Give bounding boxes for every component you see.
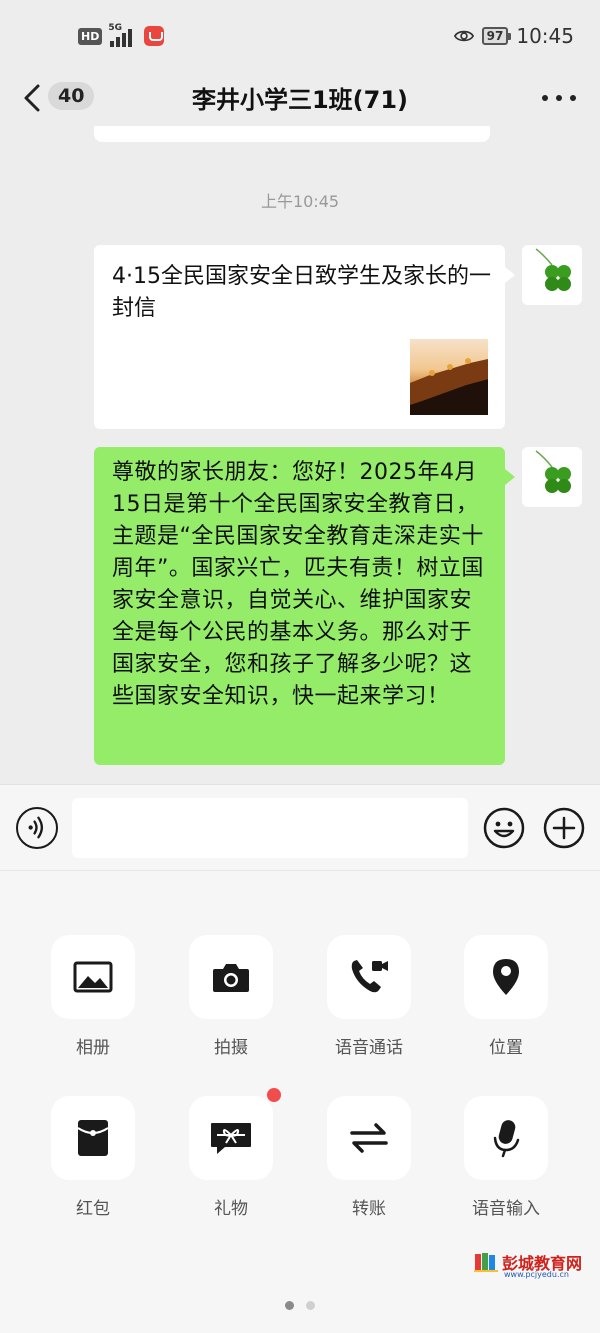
more-dot-icon xyxy=(542,95,548,101)
album-action[interactable]: 相册 xyxy=(51,935,135,1058)
image-icon xyxy=(73,961,113,993)
network-type: 5G xyxy=(108,23,122,33)
text-message-body: 尊敬的家长朋友：您好！2025年4月15日是第十个全民国家安全教育日，主题是“全… xyxy=(112,460,484,709)
status-right-icons: 97 10:45 xyxy=(453,22,574,50)
voice-call-tile[interactable] xyxy=(327,935,411,1019)
voice-input-tile[interactable] xyxy=(464,1096,548,1180)
album-tile[interactable] xyxy=(51,935,135,1019)
avatar[interactable] xyxy=(522,245,582,305)
link-card-message[interactable]: 4·15全民国家安全日致学生及家长的一封信 xyxy=(94,245,515,429)
transfer-tile[interactable] xyxy=(327,1096,411,1180)
voice-mode-button[interactable] xyxy=(16,807,58,849)
app-notification-icon xyxy=(144,26,165,46)
chat-header: 40 李井小学三1班(71) xyxy=(0,70,600,126)
camera-label: 拍摄 xyxy=(214,1038,248,1058)
eye-icon xyxy=(453,30,474,42)
smiley-icon xyxy=(483,807,525,849)
plus-icon xyxy=(543,807,585,849)
voice-call-label: 语音通话 xyxy=(335,1038,403,1058)
link-card-thumbnail xyxy=(410,339,488,415)
previous-message-card[interactable] xyxy=(94,126,490,142)
link-card-title: 4·15全民国家安全日致学生及家长的一封信 xyxy=(112,264,491,321)
hd-badge: HD xyxy=(78,27,103,45)
location-icon xyxy=(493,959,519,995)
more-actions-button[interactable] xyxy=(543,807,585,849)
signal-icon: 5G xyxy=(108,23,138,47)
message-list[interactable]: 上午10:45 4·15全民国家安全日致学生及家长的一封信 尊敬的家长朋友：您好… xyxy=(0,126,600,784)
location-label: 位置 xyxy=(489,1038,523,1058)
palace-roof-thumbnail xyxy=(410,358,488,415)
site-watermark: 彭城教育网 www.pcjyedu.cn xyxy=(474,1250,586,1280)
more-options-button[interactable] xyxy=(542,86,576,110)
text-message[interactable]: 尊敬的家长朋友：您好！2025年4月15日是第十个全民国家安全教育日，主题是“全… xyxy=(94,447,515,765)
transfer-icon xyxy=(350,1123,388,1153)
red-packet-icon xyxy=(77,1120,109,1156)
status-bar: HD 5G 97 10:45 xyxy=(0,0,600,70)
voice-input-action[interactable]: 语音输入 xyxy=(464,1096,548,1219)
transfer-action[interactable]: 转账 xyxy=(327,1096,411,1219)
emoji-button[interactable] xyxy=(483,807,525,849)
page-dot-active xyxy=(285,1301,294,1310)
battery-icon: 97 xyxy=(481,27,512,45)
transfer-label: 转账 xyxy=(352,1199,386,1219)
camera-action[interactable]: 拍摄 xyxy=(189,935,273,1058)
chat-title: 李井小学三1班(71) xyxy=(191,86,409,114)
more-dot-icon xyxy=(570,95,576,101)
gift-tile[interactable] xyxy=(189,1088,281,1180)
message-timestamp: 上午10:45 xyxy=(260,192,340,211)
red-packet-label: 红包 xyxy=(76,1199,110,1219)
gift-label: 礼物 xyxy=(214,1199,248,1219)
gift-icon xyxy=(211,1123,251,1154)
unread-count-badge[interactable]: 40 xyxy=(48,82,95,110)
back-button[interactable] xyxy=(18,80,50,116)
voice-call-action[interactable]: 语音通话 xyxy=(327,935,411,1058)
input-bar xyxy=(0,784,600,870)
album-label: 相册 xyxy=(76,1038,110,1058)
phone-video-icon xyxy=(351,960,388,993)
status-left-icons: HD 5G xyxy=(78,23,165,48)
watermark-url: www.pcjyedu.cn xyxy=(504,1270,569,1279)
clock: 10:45 xyxy=(516,24,574,48)
camera-tile[interactable] xyxy=(189,935,273,1019)
gift-action[interactable]: 礼物 xyxy=(189,1088,281,1219)
more-dot-icon xyxy=(556,95,562,101)
clover-avatar-icon xyxy=(535,450,571,493)
red-packet-tile[interactable] xyxy=(51,1096,135,1180)
clover-avatar-icon xyxy=(535,248,571,291)
chevron-left-icon xyxy=(24,84,40,112)
avatar[interactable] xyxy=(522,447,582,507)
location-action[interactable]: 位置 xyxy=(464,935,548,1058)
message-input[interactable] xyxy=(72,798,468,858)
books-logo-icon xyxy=(474,1253,498,1272)
page-dot xyxy=(306,1301,315,1310)
page-indicator xyxy=(0,1301,600,1310)
voice-wave-icon xyxy=(28,816,44,839)
red-packet-action[interactable]: 红包 xyxy=(51,1096,135,1219)
notification-dot xyxy=(267,1088,281,1102)
location-tile[interactable] xyxy=(464,935,548,1019)
camera-icon xyxy=(213,964,249,992)
microphone-icon xyxy=(493,1120,520,1158)
voice-input-label: 语音输入 xyxy=(472,1199,540,1219)
